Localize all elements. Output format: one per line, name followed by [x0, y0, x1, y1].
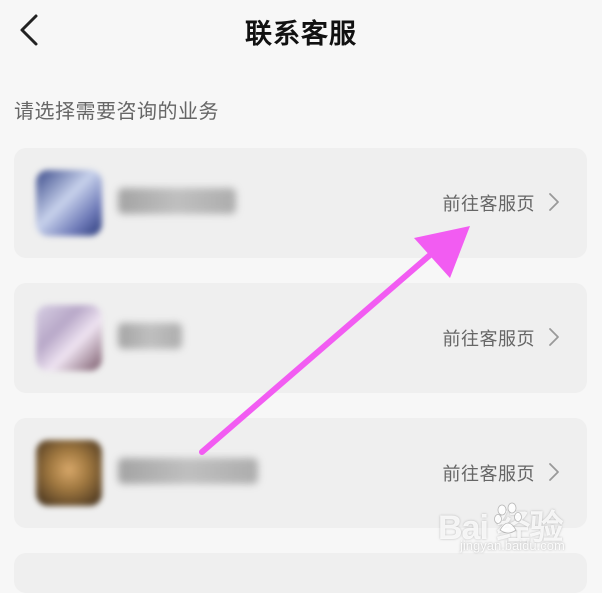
go-to-support-link[interactable]: 前往客服页	[443, 325, 536, 351]
page-title: 联系客服	[245, 19, 357, 50]
go-to-support-link[interactable]: 前往客服页	[443, 190, 536, 216]
service-card[interactable]: 前往客服页	[14, 148, 587, 258]
chevron-right-icon	[549, 463, 559, 481]
service-card[interactable]: 前往客服页	[14, 418, 587, 528]
service-card-partial[interactable]	[14, 553, 587, 593]
chevron-right-icon	[549, 328, 559, 346]
service-name-blurred	[118, 188, 236, 214]
service-name-blurred	[118, 323, 182, 349]
service-name-blurred	[118, 458, 258, 484]
chevron-right-icon	[549, 193, 559, 211]
service-thumbnail	[36, 440, 102, 506]
section-label: 请选择需要咨询的业务	[14, 99, 219, 123]
watermark-url: jingyan.baidu.com	[460, 538, 565, 553]
service-thumbnail	[36, 305, 102, 371]
service-thumbnail	[36, 170, 102, 236]
top-bar: 联系客服	[0, 0, 602, 60]
service-card[interactable]: 前往客服页	[14, 283, 587, 393]
go-to-support-link[interactable]: 前往客服页	[443, 460, 536, 486]
